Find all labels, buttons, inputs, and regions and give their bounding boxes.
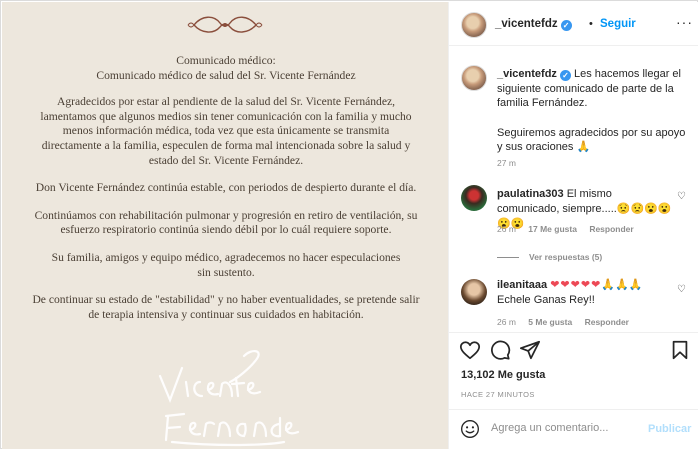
statement-line: Continúamos con rehabilitación pulmonar … — [34, 208, 418, 222]
statement-line: directamente a la familia, especulen de … — [41, 138, 411, 152]
comment-hearts: ❤❤❤❤❤ — [550, 279, 602, 291]
signature-logo — [158, 350, 300, 447]
statement-line: menos información médica, toda vez que e… — [62, 124, 390, 138]
comment-likes[interactable]: 5 Me gusta — [528, 317, 572, 327]
statement-line: estado del Sr. Vicente Fernández. — [148, 153, 304, 167]
comment-meta: 26 m 17 Me gusta Responder — [497, 224, 644, 234]
share-icon[interactable] — [519, 339, 541, 361]
reply-button[interactable]: Responder — [589, 224, 633, 234]
verified-badge-icon: ✓ — [560, 20, 572, 31]
post-caption: _vicentefdz ✓ Les hacemos llegar el sigui… — [497, 67, 689, 155]
verified-badge-icon: ✓ — [559, 70, 571, 81]
statement-paragraph-2: Don Vicente Fernández continúa estable, … — [35, 181, 417, 195]
comment-text: Echele Ganas Rey!! — [497, 294, 595, 306]
caption-text-2: Seguiremos agradecidos por su apoyo y su… — [497, 126, 686, 154]
view-replies-label[interactable]: Ver respuestas (5) — [529, 252, 602, 262]
bookmark-icon[interactable] — [669, 339, 691, 361]
instagram-post-view: Comunicado médico: Comunicado médico de … — [0, 0, 698, 449]
post-header: _vicentefdz ✓ • Seguir ··· — [449, 2, 698, 46]
statement-line: de terapia intensiva y continuar sus cui… — [88, 307, 364, 321]
ornament-icon — [187, 16, 263, 33]
post-side-panel: _vicentefdz ✓ • Seguir ··· _vicentefdz ✓ L… — [448, 2, 698, 449]
heart-icon[interactable] — [459, 339, 481, 361]
statement-line: Agradecidos por estar al pendiente de la… — [56, 95, 396, 109]
comments-list[interactable]: _vicentefdz ✓ Les hacemos llegar el sigui… — [449, 47, 698, 331]
caption-time: 27 m — [497, 158, 516, 168]
reply-button[interactable]: Responder — [585, 317, 629, 327]
separator-dot: • — [589, 18, 593, 30]
comment-username[interactable]: ileanitaaa — [497, 279, 547, 291]
statement-title: Comunicado médico: — [176, 54, 276, 67]
statement-paragraph-3: Continúamos con rehabilitación pulmonar … — [16, 209, 436, 238]
statement-line: De continuar su estado de "estabilidad" … — [32, 293, 420, 307]
comment-meta: 26 m 5 Me gusta Responder — [497, 317, 639, 327]
statement-paragraph-1: Agradecidos por estar al pendiente de la… — [16, 95, 436, 168]
statement-paragraph-5: De continuar su estado de "estabilidad" … — [16, 293, 436, 322]
statement-line: lamentamos que algunos medios sin tener … — [40, 109, 412, 123]
comment-time: 26 m — [497, 224, 516, 234]
publish-button[interactable]: Publicar — [648, 423, 691, 435]
comment-input[interactable] — [491, 422, 641, 434]
statement-paragraph-4: Su familia, amigos y equipo médico, agra… — [16, 251, 436, 280]
avatar[interactable] — [461, 185, 487, 211]
post-image[interactable]: Comunicado médico: Comunicado médico de … — [2, 2, 448, 449]
statement-line: esfuerzo respiratorio continúa siendo dé… — [60, 223, 392, 237]
comment-prayers: 🙏🙏🙏 — [601, 279, 643, 291]
comment-username[interactable]: paulatina303 — [497, 188, 564, 200]
medical-statement: Comunicado médico: Comunicado médico de … — [16, 54, 436, 322]
avatar[interactable] — [461, 279, 487, 305]
avatar[interactable] — [461, 12, 487, 38]
more-options-icon[interactable]: ··· — [676, 14, 693, 30]
comment-likes[interactable]: 17 Me gusta — [528, 224, 577, 234]
statement-subtitle: Comunicado médico de salud del Sr. Vicen… — [96, 68, 356, 82]
replies-divider — [497, 257, 519, 259]
comment-icon[interactable] — [489, 339, 511, 361]
statement-line: sin sustento. — [197, 265, 255, 279]
view-replies-button[interactable]: Ver respuestas (5) — [497, 252, 602, 262]
emoji-icon[interactable] — [460, 419, 480, 439]
comment-time: 26 m — [497, 317, 516, 327]
avatar[interactable] — [461, 65, 487, 91]
likes-count[interactable]: 13,102 Me gusta — [461, 369, 545, 381]
statement-line: Su familia, amigos y equipo médico, agra… — [51, 250, 401, 264]
comment-like-heart-icon[interactable]: ♡ — [677, 284, 686, 295]
follow-button[interactable]: Seguir — [600, 18, 636, 30]
comment-item: ileanitaaa ❤❤❤❤❤🙏🙏🙏 Echele Ganas Rey!! — [497, 278, 677, 308]
add-comment-bar: Publicar — [449, 409, 698, 449]
post-actions — [449, 332, 698, 368]
caption-username[interactable]: _vicentefdz — [497, 68, 557, 80]
comment-like-heart-icon[interactable]: ♡ — [677, 191, 686, 202]
username-text[interactable]: _vicentefdz — [495, 18, 558, 30]
post-timestamp: HACE 27 MINUTOS — [461, 390, 535, 399]
header-username[interactable]: _vicentefdz ✓ — [495, 18, 572, 31]
